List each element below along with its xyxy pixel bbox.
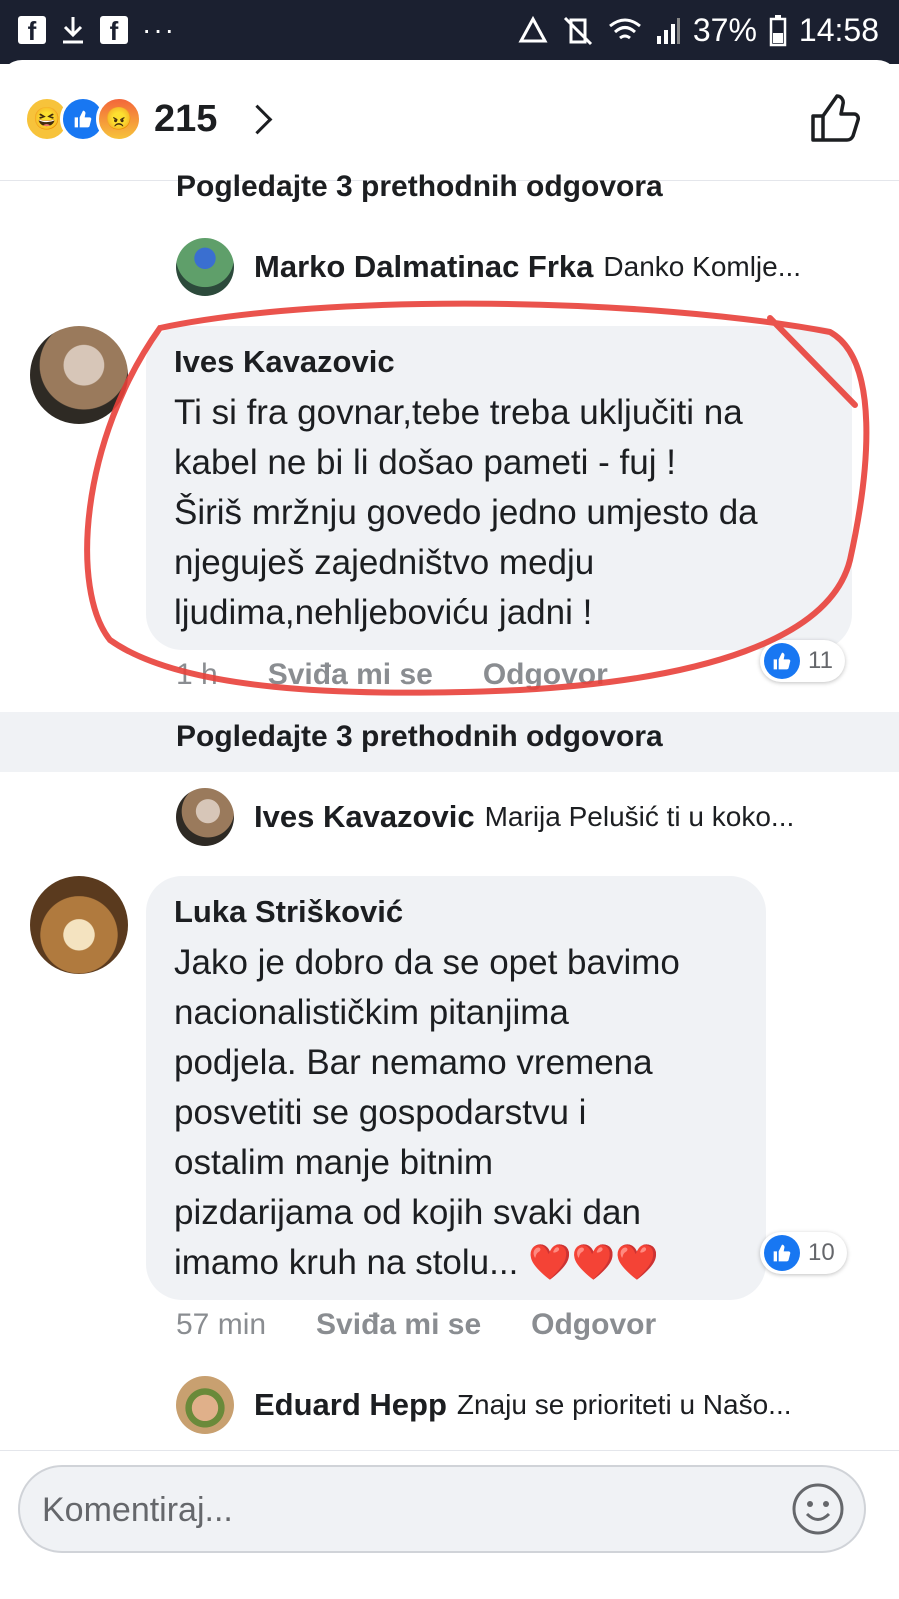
reply-preview[interactable]: Eduard Hepp Znaju se prioriteti u Našo..…: [176, 1376, 866, 1434]
comment-like-count[interactable]: 10: [760, 1232, 847, 1274]
reaction-count: 215: [154, 97, 218, 140]
reply-author[interactable]: Marko Dalmatinac Frka: [254, 249, 593, 285]
comment-composer-bar: [0, 1450, 899, 1599]
reply-button[interactable]: Odgovor: [531, 1308, 656, 1342]
facebook-icon: f: [100, 16, 128, 46]
reply-snippet: Danko Komlje...: [603, 251, 802, 282]
status-bar: f f ··· 37% 14:58: [0, 0, 899, 64]
comment-time: 57 min: [176, 1308, 267, 1341]
battery-percent: 37%: [692, 12, 757, 48]
like-comment-button[interactable]: Sviđa mi se: [268, 658, 433, 692]
avatar[interactable]: [176, 238, 234, 296]
reply-snippet: Marija Pelušić ti u koko...: [484, 801, 795, 832]
avatar[interactable]: [176, 788, 234, 846]
like-icon: [764, 643, 800, 679]
angry-reaction-icon: 😠: [96, 96, 142, 142]
reactions-summary[interactable]: 😆 😠 215: [24, 96, 273, 142]
avatar[interactable]: [176, 1376, 234, 1434]
recycle-icon: [518, 15, 548, 42]
avatar[interactable]: [30, 876, 128, 974]
clock: 14:58: [798, 12, 879, 48]
see-previous-replies-link[interactable]: Pogledajte 3 prethodnih odgovora: [176, 720, 663, 754]
comment-composer[interactable]: [18, 1465, 866, 1553]
comment-text: Jako je dobro da se opet bavimo nacional…: [174, 943, 680, 1282]
comment-time: 1 h: [176, 658, 218, 691]
download-icon: [63, 17, 83, 44]
reply-author[interactable]: Eduard Hepp: [254, 1387, 447, 1423]
see-previous-replies-link[interactable]: Pogledajte 3 prethodnih odgovora: [176, 170, 663, 204]
signal-icon: [656, 17, 680, 44]
comment-like-count[interactable]: 11: [760, 640, 845, 682]
avatar[interactable]: [30, 326, 128, 424]
like-comment-button[interactable]: Sviđa mi se: [316, 1308, 481, 1342]
more-dots-icon: ···: [142, 14, 176, 45]
like-icon: [764, 1235, 800, 1271]
comment-bubble[interactable]: Ives Kavazovic Ti si fra govnar,tebe tre…: [146, 326, 852, 650]
comments-sheet: 😆 😠 215 Pogledajte 3 prethodnih odgovora…: [0, 60, 899, 1599]
wifi-icon: [608, 18, 641, 39]
comment-bubble[interactable]: Luka Strišković Jako je dobro da se opet…: [146, 876, 766, 1300]
reply-author[interactable]: Ives Kavazovic: [254, 799, 475, 835]
reply-snippet: Znaju se prioriteti u Našo...: [456, 1389, 792, 1420]
reply-preview[interactable]: Ives Kavazovic Marija Pelušić ti u koko.…: [176, 788, 866, 846]
comment-author[interactable]: Ives Kavazovic: [174, 344, 824, 380]
status-bar-left: f f ···: [18, 14, 176, 46]
reply-preview[interactable]: Marko Dalmatinac Frka Danko Komlje...: [176, 238, 866, 296]
comment-text: Ti si fra govnar,tebe treba uključiti na…: [174, 393, 758, 632]
status-bar-right: 37% 14:58: [517, 12, 879, 49]
like-button[interactable]: [807, 90, 863, 146]
comment-input[interactable]: [40, 1481, 744, 1539]
like-count: 11: [808, 647, 833, 674]
battery-icon: [769, 14, 787, 46]
emoji-icon[interactable]: [790, 1481, 846, 1537]
comment-meta: 1 h Sviđa mi se Odgovor: [176, 658, 608, 692]
facebook-icon: f: [18, 16, 46, 46]
comment-meta: 57 min Sviđa mi se Odgovor: [176, 1308, 656, 1342]
chevron-right-icon: [243, 104, 273, 134]
comment-author[interactable]: Luka Strišković: [174, 894, 738, 930]
reactions-bar: 😆 😠 215: [0, 60, 899, 181]
like-count: 10: [808, 1239, 835, 1266]
reply-button[interactable]: Odgovor: [483, 658, 608, 692]
vibrate-mute-icon: [563, 16, 592, 45]
